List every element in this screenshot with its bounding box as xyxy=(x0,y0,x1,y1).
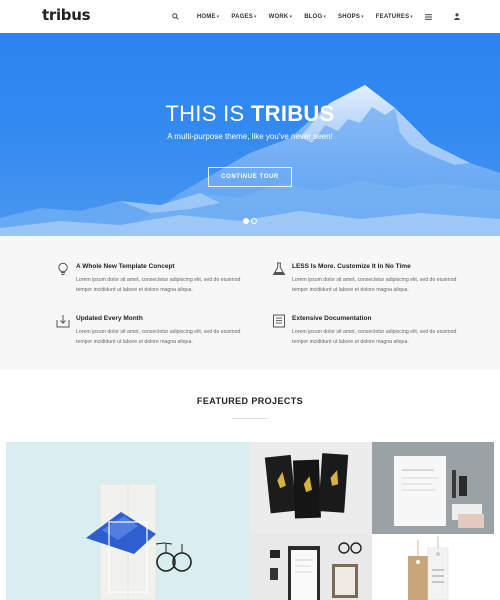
nav-item-home[interactable]: HOME ▾ xyxy=(197,14,220,20)
nav-item-blog[interactable]: BLOG ▾ xyxy=(304,14,326,20)
nav-item-pages[interactable]: PAGES ▾ xyxy=(231,14,256,20)
clipboard-image xyxy=(270,542,362,600)
slide-dot-1[interactable] xyxy=(243,218,249,224)
document-icon xyxy=(273,314,285,328)
lightbulb-icon xyxy=(58,262,68,275)
search-icon[interactable] xyxy=(172,13,179,20)
chevron-down-icon: ▾ xyxy=(289,13,293,20)
hero-title: THIS IS TRIBUS xyxy=(165,101,335,126)
flask-icon xyxy=(272,262,286,275)
portfolio-item-stationery[interactable] xyxy=(372,442,494,534)
nav-item-work[interactable]: WORK ▾ xyxy=(269,14,293,20)
portfolio-grid xyxy=(6,442,494,600)
continue-tour-button[interactable]: CONTINUE TOUR xyxy=(208,167,292,187)
cards-image xyxy=(264,453,349,519)
hero-slider: THIS IS TRIBUS A multi-purpose theme, li… xyxy=(0,33,500,236)
chevron-down-icon: ▾ xyxy=(253,13,257,20)
menu-icon[interactable] xyxy=(425,13,432,20)
section-divider xyxy=(232,418,268,419)
nav-menu: HOME ▾ PAGES ▾ WORK ▾ BLOG ▾ SHOPS ▾ FEATURES… xyxy=(160,0,460,33)
tags-image xyxy=(408,536,449,600)
slide-dot-2[interactable] xyxy=(251,218,257,224)
logo[interactable]: tribus xyxy=(42,6,91,24)
features-section: A Whole New Template Concept Lorem ipsum… xyxy=(0,236,500,370)
nav-item-shops[interactable]: SHOPS ▾ xyxy=(338,14,364,20)
mockup-image xyxy=(86,483,192,600)
hero-subtitle: A multi-purpose theme, like you've never… xyxy=(167,132,333,141)
featured-projects-title: FEATURED PROJECTS xyxy=(196,396,304,406)
download-icon xyxy=(56,315,70,328)
portfolio-item-clipboard[interactable] xyxy=(250,534,372,600)
chevron-down-icon: ▾ xyxy=(410,13,413,20)
chevron-down-icon: ▾ xyxy=(323,13,327,20)
chevron-down-icon: ▾ xyxy=(216,13,220,20)
slider-dots xyxy=(243,218,259,224)
user-icon[interactable] xyxy=(454,13,460,20)
top-navbar: tribus HOME ▾ PAGES ▾ WORK ▾ BLOG ▾ SHOPS ▾ F… xyxy=(0,0,500,33)
portfolio-item-mockup[interactable] xyxy=(6,442,250,600)
portfolio-item-cards[interactable] xyxy=(250,442,372,534)
stationery-image xyxy=(394,456,484,528)
portfolio-item-tags[interactable] xyxy=(372,534,494,600)
nav-item-features[interactable]: FEATURES ▾ xyxy=(376,14,413,20)
chevron-down-icon: ▾ xyxy=(361,13,364,20)
